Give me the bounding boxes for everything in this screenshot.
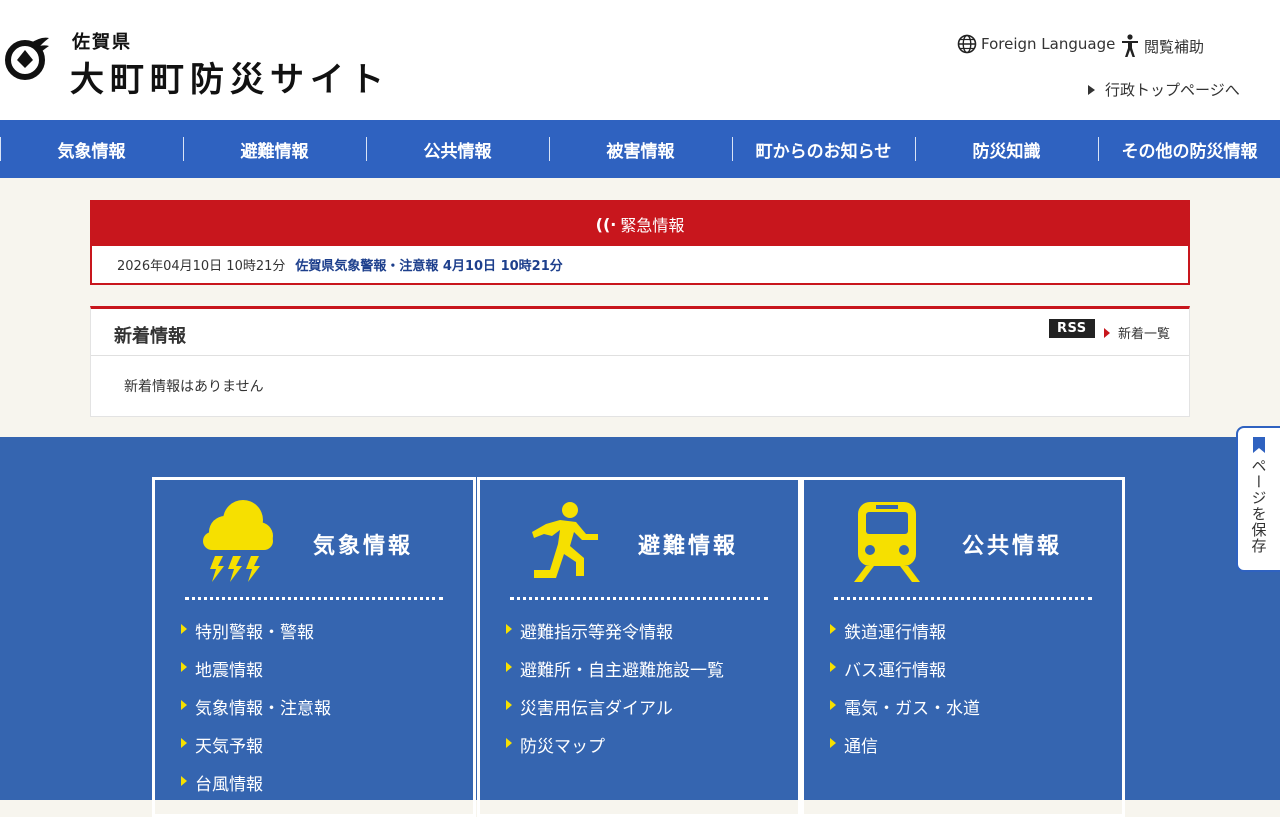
link-label: 天気予報 <box>195 737 263 757</box>
category-title[interactable]: 気象情報 <box>313 528 413 560</box>
emergency-header: ((· 緊急情報 <box>92 202 1188 246</box>
global-nav: 気象情報 避難情報 公共情報 被害情報 町からのお知らせ 防災知識 その他の防災… <box>0 120 1280 178</box>
category-link[interactable]: バス運行情報 <box>830 656 980 694</box>
news-title: 新着情報 <box>114 326 186 347</box>
person-icon <box>1122 34 1138 57</box>
town-emblem-logo[interactable] <box>3 34 51 82</box>
category-link[interactable]: 天気予報 <box>181 732 331 770</box>
category-section: 気象情報 特別警報・警報 地震情報 気象情報・注意報 天気予報 台風情報 避難情… <box>0 437 1280 817</box>
link-label: 地震情報 <box>195 661 263 681</box>
emergency-panel: ((· 緊急情報 2026年04月10日 10時21分 佐賀県気象警報・注意報 … <box>90 200 1190 285</box>
link-label: 電気・ガス・水道 <box>844 699 980 719</box>
thunderstorm-icon <box>203 500 273 582</box>
category-title[interactable]: 公共情報 <box>962 528 1062 560</box>
save-page-label: ページを保存 <box>1249 458 1268 554</box>
site-title[interactable]: 大町町防災サイト <box>70 52 390 101</box>
rss-button[interactable]: RSS <box>1049 319 1095 338</box>
foreign-language-link[interactable]: Foreign Language <box>957 34 1115 54</box>
prefecture-label: 佐賀県 <box>72 32 132 53</box>
nav-item-weather[interactable]: 気象情報 <box>0 120 183 178</box>
category-card-evacuation: 避難情報 避難指示等発令情報 避難所・自主避難施設一覧 災害用伝言ダイアル 防災… <box>477 477 801 817</box>
link-label: 気象情報・注意報 <box>195 699 331 719</box>
triangle-right-icon <box>506 700 512 710</box>
nav-item-other[interactable]: その他の防災情報 <box>1098 120 1280 178</box>
triangle-right-icon <box>506 624 512 634</box>
link-label: 鉄道運行情報 <box>844 623 946 643</box>
emergency-title: 緊急情報 <box>620 216 685 235</box>
dotted-divider <box>185 597 443 600</box>
category-card-public: 公共情報 鉄道運行情報 バス運行情報 電気・ガス・水道 通信 <box>801 477 1125 817</box>
category-link[interactable]: 防災マップ <box>506 732 724 770</box>
nav-item-damage[interactable]: 被害情報 <box>549 120 732 178</box>
gov-top-label: 行政トップページへ <box>1105 81 1240 99</box>
category-link-list: 特別警報・警報 地震情報 気象情報・注意報 天気予報 台風情報 <box>181 618 331 808</box>
triangle-right-icon <box>181 624 187 634</box>
category-link[interactable]: 気象情報・注意報 <box>181 694 331 732</box>
gov-top-link[interactable]: 行政トップページへ <box>1088 79 1240 100</box>
save-page-tab[interactable]: ページを保存 <box>1236 426 1280 572</box>
triangle-right-icon <box>1088 84 1095 95</box>
dotted-divider <box>510 597 768 600</box>
broadcast-icon: ((· <box>595 214 617 234</box>
triangle-right-icon <box>506 662 512 672</box>
category-link[interactable]: 避難所・自主避難施設一覧 <box>506 656 724 694</box>
nav-item-town-notice[interactable]: 町からのお知らせ <box>732 120 915 178</box>
category-link[interactable]: 地震情報 <box>181 656 331 694</box>
triangle-right-icon <box>1104 327 1110 338</box>
bookmark-icon <box>1253 437 1265 453</box>
link-label: バス運行情報 <box>844 661 946 681</box>
news-list-link[interactable]: 新着一覧 <box>1104 323 1170 342</box>
nav-item-public[interactable]: 公共情報 <box>366 120 549 178</box>
link-label: 避難指示等発令情報 <box>520 623 673 643</box>
news-list-label: 新着一覧 <box>1118 327 1171 342</box>
category-link[interactable]: 災害用伝言ダイアル <box>506 694 724 732</box>
foreign-language-label: Foreign Language <box>981 35 1116 53</box>
category-link-list: 鉄道運行情報 バス運行情報 電気・ガス・水道 通信 <box>830 618 980 770</box>
news-empty-message: 新着情報はありません <box>124 379 264 395</box>
category-link[interactable]: 台風情報 <box>181 770 331 808</box>
link-label: 通信 <box>844 737 878 757</box>
dotted-divider <box>834 597 1092 600</box>
train-icon <box>854 502 920 582</box>
category-link-list: 避難指示等発令情報 避難所・自主避難施設一覧 災害用伝言ダイアル 防災マップ <box>506 618 724 770</box>
emergency-link[interactable]: 佐賀県気象警報・注意報 4月10日 10時21分 <box>295 255 562 274</box>
accessibility-link[interactable]: 閲覧補助 <box>1120 34 1204 58</box>
link-label: 防災マップ <box>520 737 605 757</box>
triangle-right-icon <box>181 700 187 710</box>
link-label: 避難所・自主避難施設一覧 <box>520 661 724 681</box>
triangle-right-icon <box>181 738 187 748</box>
nav-item-knowledge[interactable]: 防災知識 <box>915 120 1098 178</box>
globe-icon <box>957 34 977 54</box>
category-card-weather: 気象情報 特別警報・警報 地震情報 気象情報・注意報 天気予報 台風情報 <box>152 477 476 817</box>
site-header: 佐賀県 大町町防災サイト Foreign Language 閲覧補助 行政トップ… <box>0 0 1280 120</box>
triangle-right-icon <box>181 776 187 786</box>
triangle-right-icon <box>830 662 836 672</box>
category-link[interactable]: 避難指示等発令情報 <box>506 618 724 656</box>
news-panel: 新着情報 RSS 新着一覧 新着情報はありません <box>90 306 1190 417</box>
category-link[interactable]: 通信 <box>830 732 980 770</box>
triangle-right-icon <box>506 738 512 748</box>
link-label: 特別警報・警報 <box>195 623 314 643</box>
category-link[interactable]: 鉄道運行情報 <box>830 618 980 656</box>
category-title[interactable]: 避難情報 <box>638 528 738 560</box>
triangle-right-icon <box>830 738 836 748</box>
link-label: 災害用伝言ダイアル <box>520 699 673 719</box>
accessibility-label: 閲覧補助 <box>1144 37 1205 56</box>
emergency-item: 2026年04月10日 10時21分 佐賀県気象警報・注意報 4月10日 10時… <box>92 246 1188 283</box>
category-link[interactable]: 電気・ガス・水道 <box>830 694 980 732</box>
triangle-right-icon <box>830 624 836 634</box>
nav-item-evacuation[interactable]: 避難情報 <box>183 120 366 178</box>
news-header: 新着情報 RSS 新着一覧 <box>91 309 1189 356</box>
running-person-icon <box>532 502 598 578</box>
emergency-date: 2026年04月10日 10時21分 <box>117 259 286 274</box>
triangle-right-icon <box>181 662 187 672</box>
category-link[interactable]: 特別警報・警報 <box>181 618 331 656</box>
triangle-right-icon <box>830 700 836 710</box>
link-label: 台風情報 <box>195 775 263 795</box>
